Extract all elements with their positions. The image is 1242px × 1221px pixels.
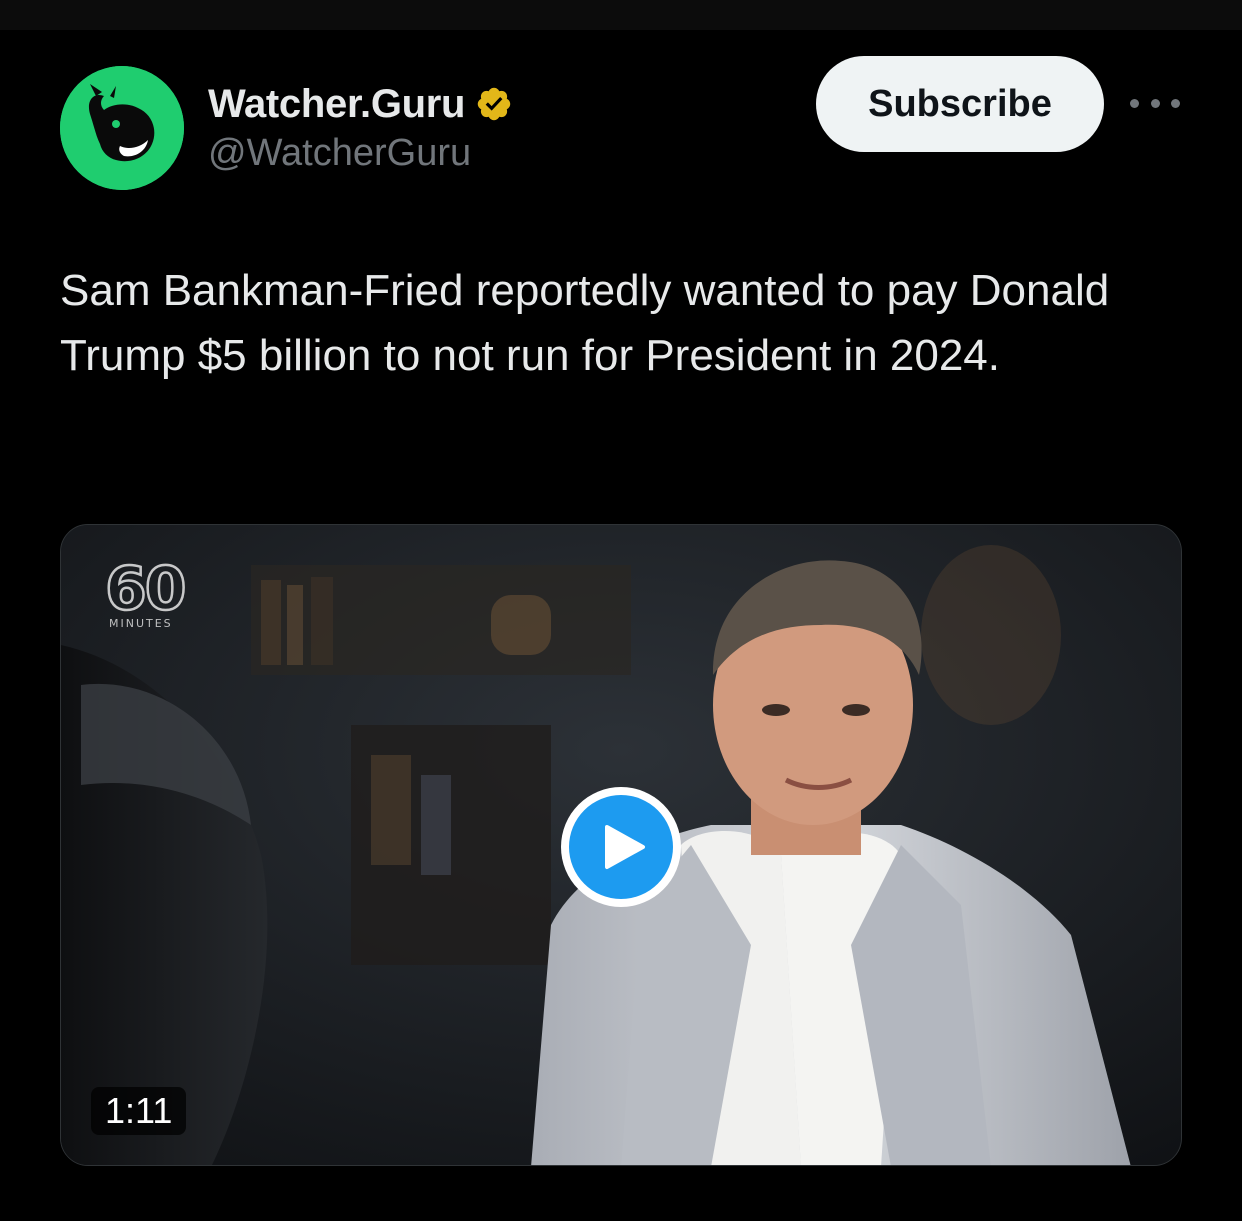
play-button-circle [569, 795, 673, 899]
play-button[interactable] [561, 787, 681, 907]
tweet-text: Sam Bankman-Fried reportedly wanted to p… [60, 266, 1110, 380]
sixty-minutes-logo: 60 [104, 554, 188, 624]
tweet-card: Watcher.Guru @WatcherGuru Subscribe Sam … [0, 30, 1242, 1221]
author-display-name[interactable]: Watcher.Guru [208, 82, 465, 127]
video-duration-badge: 1:11 [91, 1087, 187, 1135]
author-name-row: Watcher.Guru [208, 82, 513, 126]
more-horizontal-icon[interactable] [1130, 88, 1180, 118]
more-dot [1171, 98, 1180, 108]
more-dot [1150, 98, 1160, 108]
avatar[interactable] [60, 66, 184, 190]
sixty-minutes-logo-word: MINUTES [109, 617, 173, 630]
verified-badge-icon [477, 87, 511, 121]
video-player[interactable]: 60 MINUTES 1:11 [60, 524, 1182, 1166]
subscribe-button[interactable]: Subscribe [816, 56, 1104, 152]
more-dot [1130, 98, 1139, 108]
author-handle[interactable]: @WatcherGuru [208, 132, 471, 175]
play-icon [605, 825, 645, 869]
whale-logo-icon [60, 66, 184, 190]
status-bar-strip [0, 0, 1242, 30]
